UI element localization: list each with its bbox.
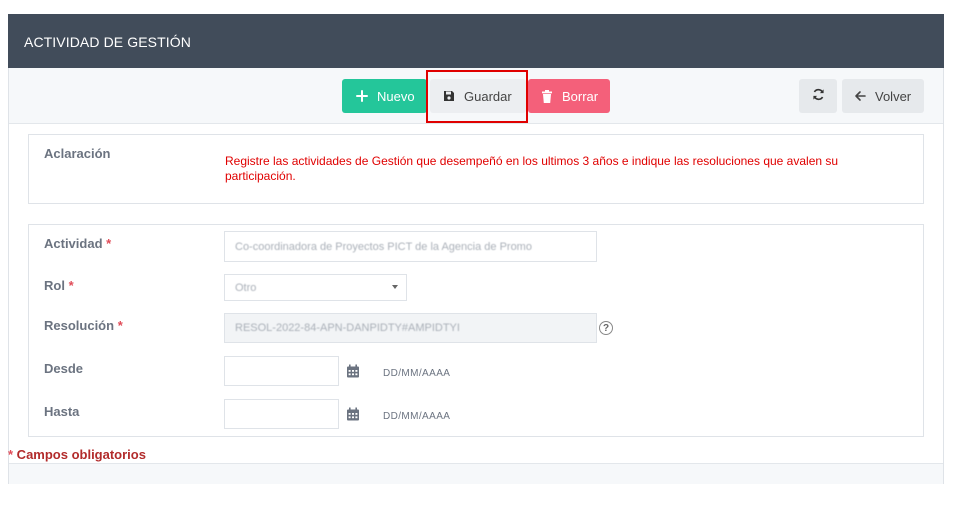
rol-select[interactable]: Otro	[224, 274, 407, 301]
desde-date-input[interactable]	[224, 356, 339, 386]
calendar-icon[interactable]	[346, 364, 360, 378]
actividad-input[interactable]: Co-coordinadora de Proyectos PICT de la …	[224, 231, 597, 262]
rol-label: Rol *	[44, 278, 74, 293]
volver-button-label: Volver	[875, 88, 912, 104]
borrar-button[interactable]: Borrar	[528, 79, 610, 113]
actividad-label: Actividad *	[44, 236, 112, 251]
page-title: ACTIVIDAD DE GESTIÓN	[24, 34, 191, 50]
required-fields-note: * Campos obligatorios	[8, 447, 146, 462]
chevron-down-icon	[392, 285, 398, 289]
aclaracion-text: Registre las actividades de Gestión que …	[225, 154, 839, 183]
refresh-button[interactable]	[799, 79, 837, 113]
nuevo-button-label: Nuevo	[377, 88, 415, 104]
borrar-button-label: Borrar	[562, 88, 599, 104]
arrow-left-icon	[854, 90, 866, 102]
panel-header: ACTIVIDAD DE GESTIÓN	[8, 14, 944, 68]
volver-button[interactable]: Volver	[842, 79, 924, 113]
nuevo-button[interactable]: Nuevo	[342, 79, 427, 113]
help-icon[interactable]: ?	[599, 321, 613, 335]
hasta-date-input[interactable]	[224, 399, 339, 429]
aclaracion-label: Aclaración	[44, 146, 111, 161]
hasta-format-hint: DD/MM/AAAA	[383, 411, 451, 422]
guardar-highlight-box	[426, 70, 528, 123]
resolucion-input[interactable]: RESOL-2022-84-APN-DANPIDTY#AMPIDTYI	[224, 313, 597, 343]
desde-label: Desde	[44, 361, 84, 376]
bottom-bar	[9, 463, 943, 484]
plus-icon	[356, 90, 368, 102]
resolucion-label: Resolución *	[44, 318, 123, 333]
trash-icon	[541, 89, 553, 103]
refresh-icon	[812, 88, 825, 104]
hasta-label: Hasta	[44, 404, 80, 419]
calendar-icon[interactable]	[346, 407, 360, 421]
desde-format-hint: DD/MM/AAAA	[383, 368, 451, 379]
